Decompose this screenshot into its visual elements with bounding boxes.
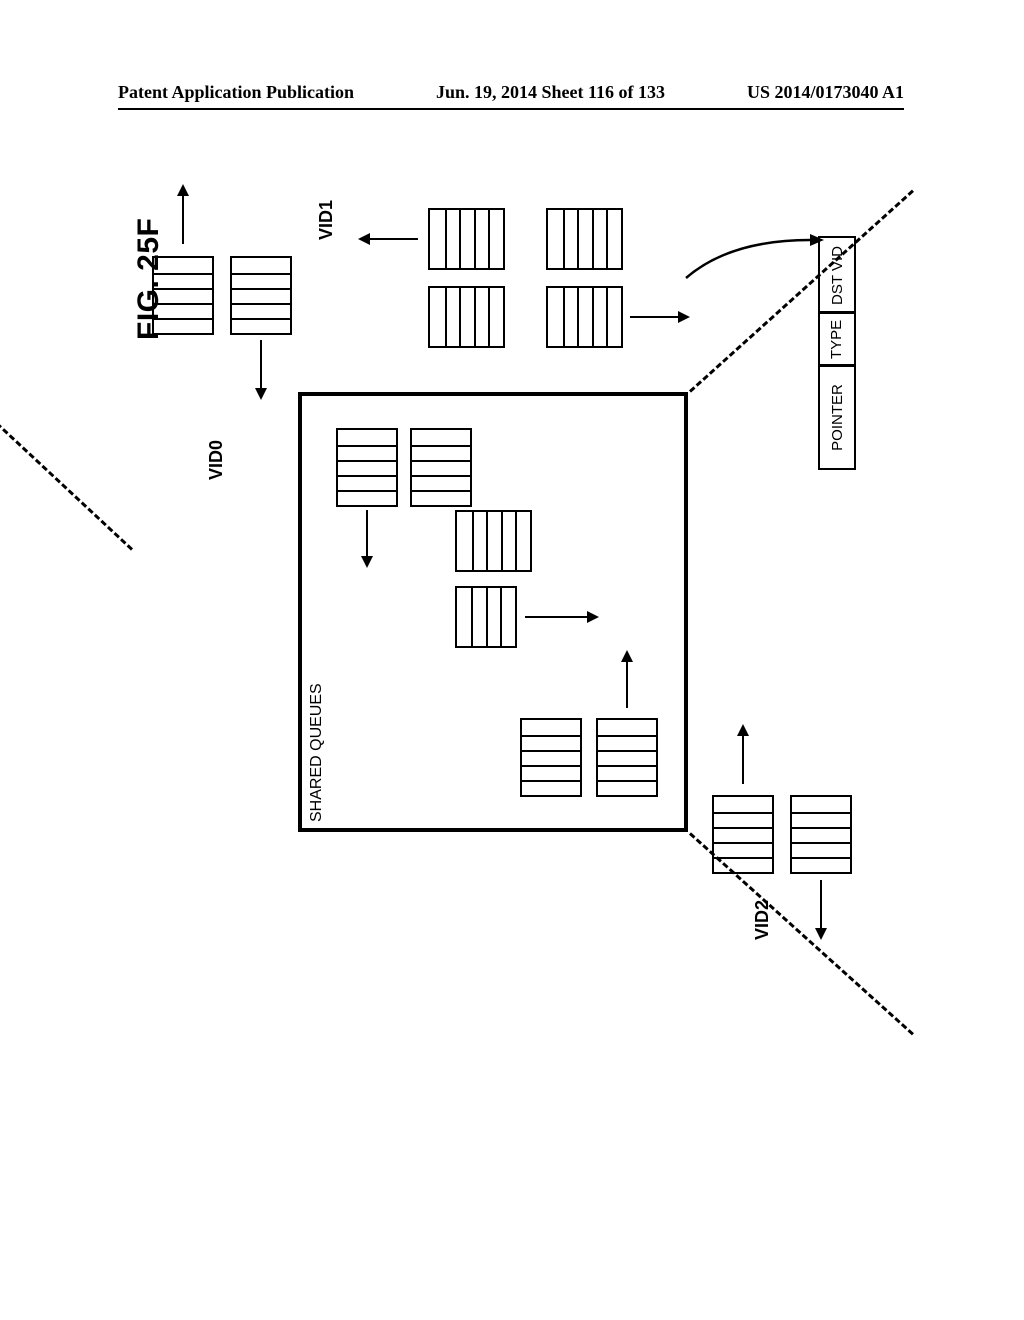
queue — [336, 428, 398, 507]
queue — [520, 718, 582, 797]
queue — [546, 208, 623, 270]
header-right: US 2014/0173040 A1 — [747, 82, 904, 103]
arrow-down-icon — [820, 880, 822, 938]
shared-queues-label: SHARED QUEUES — [308, 683, 326, 822]
vid0-label: VID0 — [206, 440, 227, 480]
arrow-down-icon — [366, 510, 368, 566]
queue — [410, 428, 472, 507]
curved-arrow-icon — [680, 230, 830, 350]
arrow-up-icon — [626, 652, 628, 708]
queue — [790, 795, 852, 874]
message-field-pointer: POINTER — [818, 364, 856, 470]
dashed-line — [0, 392, 133, 551]
header-left: Patent Application Publication — [118, 82, 354, 103]
queue — [455, 586, 517, 648]
page-header: Patent Application Publication Jun. 19, … — [118, 82, 904, 103]
queue — [712, 795, 774, 874]
queue — [428, 208, 505, 270]
arrow-down-icon — [260, 340, 262, 398]
header-center: Jun. 19, 2014 Sheet 116 of 133 — [436, 82, 665, 103]
arrow-up-icon — [742, 726, 744, 784]
queue — [455, 510, 532, 572]
queue — [596, 718, 658, 797]
header-rule — [118, 108, 904, 110]
queue — [230, 256, 292, 335]
queue — [152, 256, 214, 335]
arrow-left-icon — [360, 238, 418, 240]
vid1-label: VID1 — [316, 200, 337, 240]
queue — [428, 286, 505, 348]
arrow-right-icon — [525, 616, 597, 618]
figure-canvas: FIG. 25F SHARED QUEUES VID0 VID1 VID2 DS… — [130, 170, 888, 1160]
arrow-up-icon — [182, 186, 184, 244]
queue — [546, 286, 623, 348]
